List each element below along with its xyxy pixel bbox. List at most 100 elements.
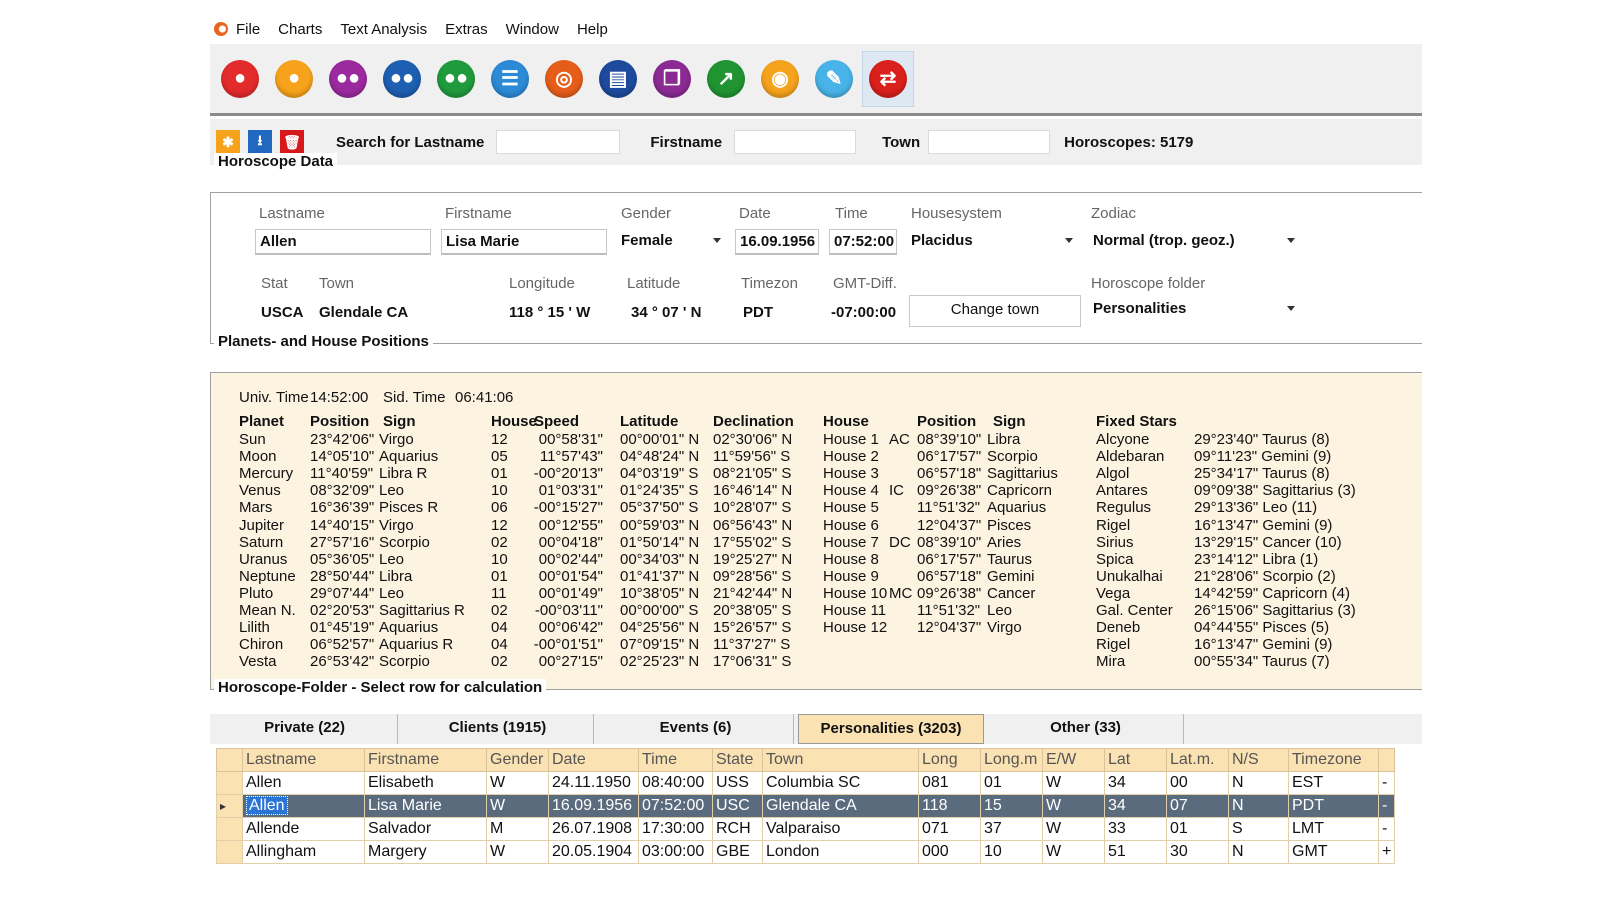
table-row[interactable]: Allende Salvador M 26.07.1908 17:30:00 RCH Val…: [216, 817, 1396, 841]
table-cell[interactable]: 07:52:00: [638, 794, 713, 818]
table-cell[interactable]: N: [1228, 771, 1289, 795]
menu-extras[interactable]: Extras: [445, 21, 488, 38]
table-cell[interactable]: 20.05.1904: [548, 840, 639, 864]
column-header[interactable]: Gender: [486, 748, 549, 772]
table-row[interactable]: ▸ Allen Lisa Marie W 16.09.1956 07:52:00 USC Gl…: [216, 794, 1396, 818]
table-cell[interactable]: 10: [980, 840, 1043, 864]
menu-text-analysis[interactable]: Text Analysis: [340, 21, 427, 38]
table-cell[interactable]: Allen: [242, 771, 365, 795]
settings-gear-icon[interactable]: ✱: [216, 130, 240, 154]
column-header[interactable]: Timezone: [1288, 748, 1379, 772]
toolbar-button-book[interactable]: ❐: [646, 51, 698, 107]
table-cell[interactable]: 08:40:00: [638, 771, 713, 795]
table-cell[interactable]: 51: [1104, 840, 1167, 864]
table-cell[interactable]: 071: [918, 817, 981, 841]
table-cell[interactable]: -: [1377, 794, 1396, 818]
menu-file[interactable]: File: [236, 21, 260, 38]
tab-private[interactable]: Private (22): [212, 714, 398, 744]
column-header[interactable]: Date: [548, 748, 639, 772]
row-indicator[interactable]: [216, 840, 243, 864]
column-header[interactable]: Firstname: [364, 748, 487, 772]
tab-personalities[interactable]: Personalities (3203): [798, 714, 984, 744]
delete-trash-icon[interactable]: 🗑: [280, 130, 304, 154]
table-cell[interactable]: 01: [980, 771, 1043, 795]
gender-select[interactable]: Female: [617, 229, 727, 255]
table-cell[interactable]: USS: [712, 771, 763, 795]
firstname-field[interactable]: Lisa Marie: [441, 229, 607, 255]
column-header[interactable]: Lat: [1104, 748, 1167, 772]
table-cell[interactable]: Allen: [242, 794, 365, 818]
toolbar-button-person-orange[interactable]: ●: [268, 51, 320, 107]
table-cell[interactable]: 118: [918, 794, 981, 818]
column-header[interactable]: Long: [918, 748, 981, 772]
column-header[interactable]: E/W: [1042, 748, 1105, 772]
table-cell[interactable]: W: [486, 771, 549, 795]
table-cell[interactable]: W: [486, 840, 549, 864]
horoscope-folder-select[interactable]: Personalities: [1089, 297, 1301, 323]
table-cell[interactable]: 26.07.1908: [548, 817, 639, 841]
menu-charts[interactable]: Charts: [278, 21, 322, 38]
table-cell[interactable]: London: [762, 840, 919, 864]
table-cell[interactable]: Salvador: [364, 817, 487, 841]
table-cell[interactable]: 34: [1104, 794, 1167, 818]
table-cell[interactable]: 30: [1166, 840, 1229, 864]
column-header[interactable]: Long.m: [980, 748, 1043, 772]
column-header[interactable]: Town: [762, 748, 919, 772]
time-field[interactable]: 07:52:00: [829, 229, 897, 255]
table-cell[interactable]: 01: [1166, 817, 1229, 841]
table-cell[interactable]: W: [1042, 817, 1105, 841]
table-cell[interactable]: Glendale CA: [762, 794, 919, 818]
search-lastname-input[interactable]: [496, 130, 621, 154]
table-cell[interactable]: M: [486, 817, 549, 841]
table-cell[interactable]: Elisabeth: [364, 771, 487, 795]
table-cell[interactable]: -: [1377, 771, 1396, 795]
housesystem-select[interactable]: Placidus: [907, 229, 1079, 255]
lastname-field[interactable]: Allen: [255, 229, 431, 255]
table-cell[interactable]: GBE: [712, 840, 763, 864]
column-header[interactable]: [1377, 748, 1396, 772]
table-cell[interactable]: 03:00:00: [638, 840, 713, 864]
table-cell[interactable]: Margery: [364, 840, 487, 864]
column-header[interactable]: State: [712, 748, 763, 772]
toolbar-button-card[interactable]: ▤: [592, 51, 644, 107]
toolbar-button-person[interactable]: ●: [214, 51, 266, 107]
table-row[interactable]: Allen Elisabeth W 24.11.1950 08:40:00 USS Colu…: [216, 771, 1396, 795]
row-indicator[interactable]: [216, 771, 243, 795]
download-icon[interactable]: ⭳: [248, 130, 272, 154]
row-indicator[interactable]: ▸: [216, 794, 243, 818]
zodiac-select[interactable]: Normal (trop. geoz.): [1089, 229, 1301, 255]
column-header[interactable]: Lastname: [242, 748, 365, 772]
date-field[interactable]: 16.09.1956: [735, 229, 819, 255]
tab-events[interactable]: Events (6): [598, 714, 794, 744]
table-cell[interactable]: 000: [918, 840, 981, 864]
table-cell[interactable]: PDT: [1288, 794, 1379, 818]
table-cell[interactable]: EST: [1288, 771, 1379, 795]
column-header[interactable]: Time: [638, 748, 713, 772]
table-cell[interactable]: 17:30:00: [638, 817, 713, 841]
table-cell[interactable]: Lisa Marie: [364, 794, 487, 818]
toolbar-button-globe[interactable]: ◎: [538, 51, 590, 107]
table-cell[interactable]: USC: [712, 794, 763, 818]
table-cell[interactable]: N: [1228, 840, 1289, 864]
table-cell[interactable]: 34: [1104, 771, 1167, 795]
table-cell[interactable]: GMT: [1288, 840, 1379, 864]
table-cell[interactable]: -: [1377, 817, 1396, 841]
table-cell[interactable]: +: [1377, 840, 1396, 864]
table-cell[interactable]: W: [1042, 840, 1105, 864]
search-town-input[interactable]: [928, 130, 1051, 154]
table-cell[interactable]: 33: [1104, 817, 1167, 841]
table-cell[interactable]: N: [1228, 794, 1289, 818]
row-indicator[interactable]: [216, 817, 243, 841]
table-cell[interactable]: Valparaiso: [762, 817, 919, 841]
toolbar-button-edit[interactable]: ✎: [808, 51, 860, 107]
table-cell[interactable]: 16.09.1956: [548, 794, 639, 818]
table-cell[interactable]: 00: [1166, 771, 1229, 795]
search-firstname-input[interactable]: [734, 130, 857, 154]
menu-help[interactable]: Help: [577, 21, 608, 38]
table-cell[interactable]: S: [1228, 817, 1289, 841]
toolbar-button-couple[interactable]: ●●: [322, 51, 374, 107]
tab-clients[interactable]: Clients (1915): [402, 714, 594, 744]
toolbar-button-podcast[interactable]: ◉: [754, 51, 806, 107]
table-cell[interactable]: W: [1042, 794, 1105, 818]
toolbar-button-list[interactable]: ☰: [484, 51, 536, 107]
